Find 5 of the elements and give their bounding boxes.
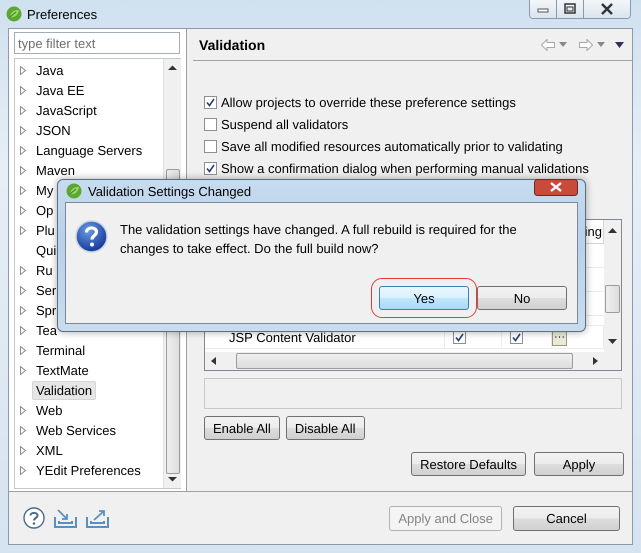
validator-name: JSP Content Validator [229,330,356,344]
window-title: Preferences [27,6,98,22]
dialog-message: The validation settings have changed. A full rebuild is required for the changes to take effect. Do the full build now? [120,221,518,258]
dialog-title: Validation Settings Changed [88,184,252,198]
page-title: Validation [199,36,266,52]
